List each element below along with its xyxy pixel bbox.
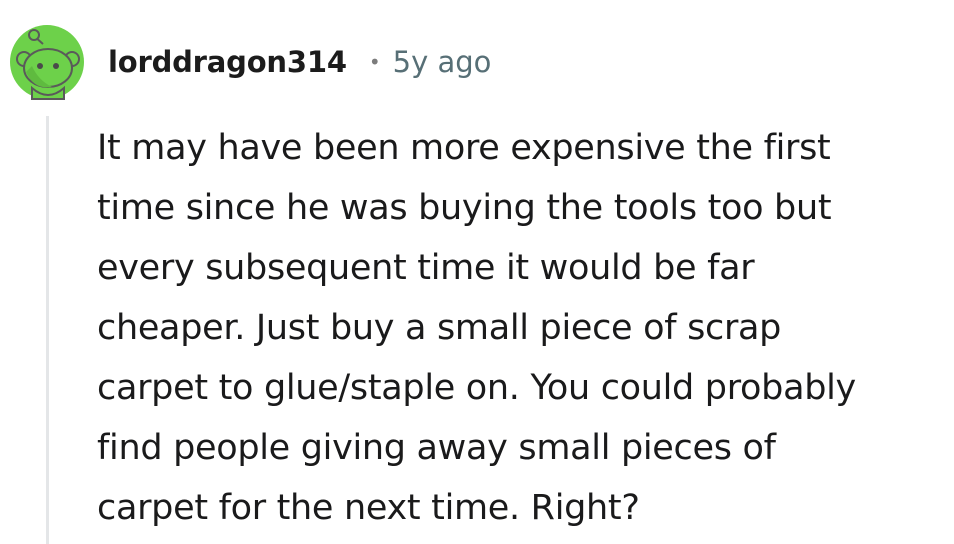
author-username[interactable]: lorddragon314 xyxy=(108,45,347,79)
comment-body: It may have been more expensive the firs… xyxy=(97,128,856,528)
comment: lorddragon314 • 5y ago It may have been … xyxy=(0,0,954,544)
meta-separator: • xyxy=(368,50,381,74)
snoo-avatar-icon[interactable] xyxy=(10,10,84,104)
comment-timestamp[interactable]: 5y ago xyxy=(393,45,492,79)
thread-line[interactable] xyxy=(46,116,49,544)
comment-meta: lorddragon314 • 5y ago xyxy=(108,40,491,84)
